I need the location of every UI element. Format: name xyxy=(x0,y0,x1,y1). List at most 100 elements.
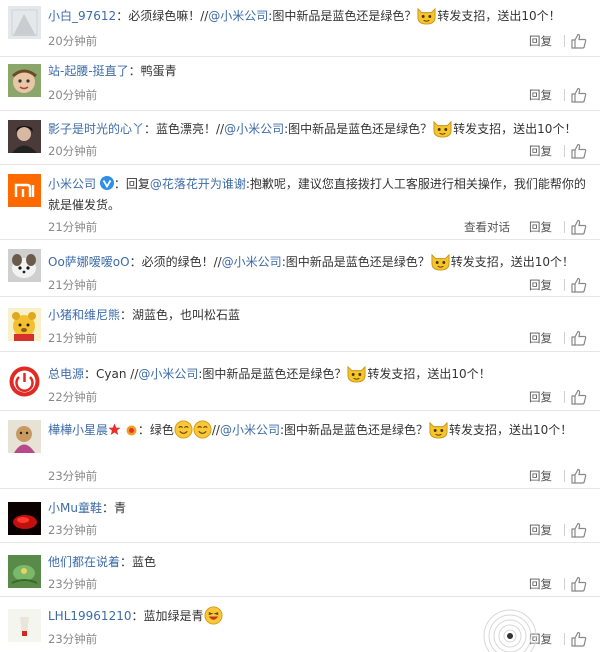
comment-text: 小米公司 ：回复@花落花开为谁谢:抱歉呢，建议您直接拨打人工客服进行相关操作，我… xyxy=(48,174,586,216)
comment-time: 21分钟前 xyxy=(48,220,98,234)
thumbs-up-icon[interactable] xyxy=(571,468,587,484)
comment-time: 20分钟前 xyxy=(48,88,98,102)
smile-emoji-icon xyxy=(193,420,212,439)
thumbs-up-icon[interactable] xyxy=(571,522,587,538)
username-link[interactable]: 小白_97612 xyxy=(48,9,116,23)
username-link[interactable]: 樺樺小星晨 xyxy=(48,423,108,437)
mention-link[interactable]: @小米公司 xyxy=(222,255,282,269)
thumbs-up-icon[interactable] xyxy=(571,277,587,293)
reply-button[interactable]: 回复 xyxy=(529,276,552,294)
comment-content: :图中新品是蓝色还是绿色？ xyxy=(279,423,429,437)
comment-time: 21分钟前 xyxy=(48,278,98,292)
avatar[interactable] xyxy=(8,249,41,282)
reply-button[interactable]: 回复 xyxy=(529,575,552,593)
comment-content: 转发支招，送出10个！ xyxy=(450,255,575,269)
username-link[interactable]: 站-起腰-挺直了 xyxy=(48,64,129,78)
reply-button[interactable]: 回复 xyxy=(529,467,552,485)
reply-button[interactable]: 回复 xyxy=(529,32,552,50)
star-badge-icon xyxy=(108,423,121,435)
thumbs-up-icon[interactable] xyxy=(571,576,587,592)
comment-time: 23分钟前 xyxy=(48,469,98,483)
divider xyxy=(564,145,565,157)
comment-content: // xyxy=(211,423,220,437)
thumbs-up-icon[interactable] xyxy=(571,33,587,49)
username-link[interactable]: 总电源 xyxy=(48,367,84,381)
username-link[interactable]: LHL19961210 xyxy=(48,609,131,623)
comment-content: ：蓝色漂亮！// xyxy=(144,122,225,136)
mention-link[interactable]: @花落花开为谁谢 xyxy=(150,177,246,191)
comment-content: 转发支招，送出10个！ xyxy=(453,122,577,136)
thumbs-up-icon[interactable] xyxy=(571,219,587,235)
comment-content: 转发支招，送出10个！ xyxy=(367,367,491,381)
comment-text: 小猪和维尼熊：湖蓝色，也叫松石蓝 xyxy=(48,305,586,326)
view-conversation-button[interactable]: 查看对话 xyxy=(464,218,510,236)
thumbs-up-icon[interactable] xyxy=(571,87,587,103)
thumbs-up-icon[interactable] xyxy=(571,631,587,647)
reply-button[interactable]: 回复 xyxy=(529,521,552,539)
watermark-logo-icon xyxy=(483,609,537,652)
comment-content: :图中新品是蓝色还是绿色？ xyxy=(198,367,347,381)
cat-emoji-icon xyxy=(430,252,451,271)
username-link[interactable]: 小Mu童鞋 xyxy=(48,501,102,515)
mention-link[interactable]: @小米公司 xyxy=(220,423,280,437)
comment-time: 23分钟前 xyxy=(48,523,98,537)
reply-button[interactable]: 回复 xyxy=(529,218,552,236)
avatar[interactable] xyxy=(8,609,41,642)
reply-button[interactable]: 回复 xyxy=(529,142,552,160)
divider xyxy=(564,332,565,344)
avatar[interactable] xyxy=(8,308,41,341)
verified-v-icon xyxy=(99,176,114,190)
divider xyxy=(564,524,565,536)
comment-text: 他们都在说着：蓝色 xyxy=(48,552,586,573)
avatar[interactable] xyxy=(8,420,41,453)
reply-button[interactable]: 回复 xyxy=(529,329,552,347)
thumbs-up-icon[interactable] xyxy=(571,389,587,405)
avatar[interactable] xyxy=(8,64,41,97)
avatar[interactable] xyxy=(8,6,41,39)
divider xyxy=(564,470,565,482)
mention-link[interactable]: @小米公司 xyxy=(208,9,268,23)
avatar[interactable] xyxy=(8,120,41,153)
comment-content: :图中新品是蓝色还是绿色？ xyxy=(284,122,433,136)
divider xyxy=(564,279,565,291)
comment-time: 23分钟前 xyxy=(48,577,98,591)
avatar[interactable] xyxy=(8,365,41,398)
username-link[interactable]: 小猪和维尼熊 xyxy=(48,308,120,322)
divider xyxy=(564,89,565,101)
comment-content: 转发支招，送出10个！ xyxy=(437,9,561,23)
divider xyxy=(564,578,565,590)
mi-logo-icon[interactable] xyxy=(8,174,41,207)
comment-content: ：Cyan // xyxy=(84,367,139,381)
laugh-emoji-icon xyxy=(204,606,223,625)
username-link[interactable]: 他们都在说着 xyxy=(48,555,120,569)
cat-emoji-icon xyxy=(346,364,367,383)
username-link[interactable]: 小米公司 xyxy=(48,177,96,191)
username-link[interactable]: Oo萨娜嗳嗳oO xyxy=(48,255,130,269)
reply-button[interactable]: 回复 xyxy=(529,388,552,406)
medal-badge-icon xyxy=(126,425,137,436)
comment-text: 樺樺小星晨 ：绿色 //@小米公司:图中新品是蓝色还是绿色？ 转发支招，送出10个！ xyxy=(48,420,586,441)
comment-text: 总电源：Cyan //@小米公司:图中新品是蓝色还是绿色？ 转发支招，送出10个！ xyxy=(48,364,586,385)
comment-content: ：湖蓝色，也叫松石蓝 xyxy=(120,308,241,322)
username-link[interactable]: 影子是时光的心丫 xyxy=(48,122,144,136)
comment-text: 站-起腰-挺直了：鸭蛋青 xyxy=(48,61,586,82)
comment-item: 小猪和维尼熊：湖蓝色，也叫松石蓝 21分钟前 回复 xyxy=(0,297,600,352)
comment-item: 小白_97612：必须绿色嘛！//@小米公司:图中新品是蓝色还是绿色？ 转发支招，… xyxy=(0,0,600,57)
comment-time: 22分钟前 xyxy=(48,390,98,404)
cat-emoji-icon xyxy=(416,6,437,25)
mention-link[interactable]: @小米公司 xyxy=(138,367,198,381)
cat-emoji-icon xyxy=(432,119,453,138)
thumbs-up-icon[interactable] xyxy=(571,143,587,159)
avatar[interactable] xyxy=(8,555,41,588)
comment-time: 20分钟前 xyxy=(48,34,98,48)
avatar[interactable] xyxy=(8,502,41,535)
comment-content: ：必须绿色嘛！// xyxy=(116,9,209,23)
thumbs-up-icon[interactable] xyxy=(571,330,587,346)
comment-content: :图中新品是蓝色还是绿色？ xyxy=(268,9,417,23)
comment-content: ：鸭蛋青 xyxy=(128,64,177,78)
mention-link[interactable]: @小米公司 xyxy=(224,122,284,136)
comment-content: ：必须的绿色！// xyxy=(129,255,222,269)
comment-item: 站-起腰-挺直了：鸭蛋青 20分钟前 回复 xyxy=(0,57,600,111)
divider xyxy=(564,221,565,233)
reply-button[interactable]: 回复 xyxy=(529,86,552,104)
